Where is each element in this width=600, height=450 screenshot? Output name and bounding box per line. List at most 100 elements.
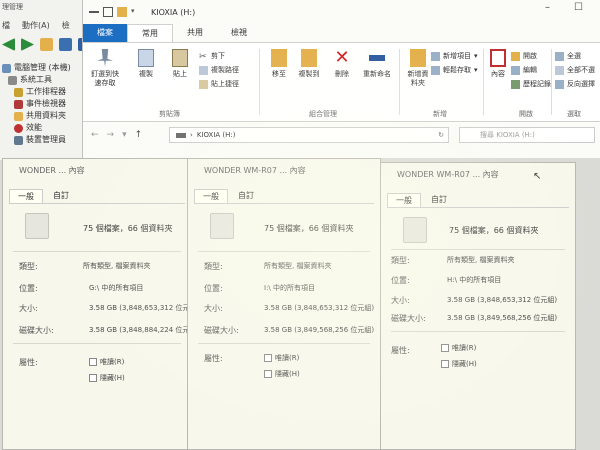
- minimize-icon[interactable]: –: [545, 2, 550, 13]
- hidden-label: 隱藏(H): [100, 374, 125, 382]
- ribbon-divider: [399, 49, 400, 115]
- readonly-checkbox[interactable]: 唯讀(R): [441, 343, 476, 353]
- hidden-label: 隱藏(H): [452, 360, 477, 368]
- tree-item-performance[interactable]: 效能: [2, 122, 71, 134]
- pin-icon: [97, 49, 113, 67]
- forward-arrow-icon[interactable]: →: [107, 130, 115, 140]
- properties-button[interactable]: 內容: [487, 49, 509, 79]
- tab-general[interactable]: 一般: [9, 189, 43, 203]
- select-all-button[interactable]: 全選: [555, 51, 581, 61]
- size-on-disk-value: 3.58 GB (3,849,568,256 位元組): [447, 314, 558, 322]
- tab-share[interactable]: 共用: [173, 24, 217, 42]
- tab-general[interactable]: 一般: [387, 193, 421, 207]
- mgmt-menu-view[interactable]: 檢: [62, 20, 70, 31]
- edit-button[interactable]: 編輯: [511, 65, 537, 75]
- back-arrow-icon[interactable]: ←: [91, 130, 99, 140]
- divider: [391, 249, 565, 250]
- paste-shortcut-button[interactable]: 貼上捷徑: [199, 79, 239, 89]
- hidden-checkbox[interactable]: 隱藏(H): [89, 373, 125, 383]
- tab-general[interactable]: 一般: [194, 189, 228, 203]
- edit-icon: [511, 65, 520, 75]
- mgmt-menu-file[interactable]: 檔: [2, 20, 10, 31]
- tree-item-system-tools[interactable]: 系統工具: [2, 74, 71, 86]
- copy-to-button[interactable]: 複製到: [297, 49, 321, 79]
- back-arrow-icon[interactable]: [2, 38, 15, 51]
- open-label: 開啟: [523, 52, 537, 60]
- hidden-checkbox[interactable]: 隱藏(H): [441, 359, 477, 369]
- copy-button[interactable]: 複製: [133, 49, 159, 79]
- tree-item-shared-folders[interactable]: 共用資料夾: [2, 110, 71, 122]
- tab-customize[interactable]: 自訂: [423, 193, 455, 207]
- history-icon: [511, 79, 520, 89]
- system-menu-icon[interactable]: [89, 11, 99, 13]
- divider: [198, 343, 370, 344]
- delete-button[interactable]: ✕ 刪除: [331, 49, 353, 79]
- readonly-label: 唯讀(R): [275, 354, 300, 362]
- tab-customize[interactable]: 自訂: [45, 189, 77, 203]
- tree-item-event-viewer[interactable]: 事件檢視器: [2, 98, 71, 110]
- open-icon: [511, 51, 520, 61]
- maximize-icon[interactable]: ☐: [574, 2, 583, 13]
- search-input[interactable]: 搜尋 KIOXIA (H:): [459, 127, 595, 143]
- select-none-label: 全部不選: [567, 66, 595, 74]
- paste-label: 貼上: [173, 70, 187, 78]
- console-tree-icon[interactable]: [59, 38, 72, 51]
- rename-label: 重新命名: [363, 70, 391, 78]
- refresh-icon[interactable]: ↻: [438, 131, 444, 139]
- tab-home[interactable]: 常用: [127, 24, 173, 42]
- pin-quick-access-button[interactable]: 釘選到快速存取: [89, 49, 121, 88]
- move-to-button[interactable]: 移至: [267, 49, 291, 79]
- copy-path-button[interactable]: 複製路徑: [199, 65, 239, 75]
- mgmt-menu-action[interactable]: 動作(A): [22, 20, 50, 31]
- tree-item-device-manager[interactable]: 裝置管理員: [2, 134, 71, 146]
- dialog-tabs: 一般 自訂: [387, 193, 455, 207]
- hidden-checkbox[interactable]: 隱藏(H): [264, 369, 300, 379]
- forward-arrow-icon[interactable]: [21, 38, 34, 51]
- readonly-label: 唯讀(R): [100, 358, 125, 366]
- dropdown-icon[interactable]: ▾: [131, 7, 141, 17]
- cut-button[interactable]: ✂ 剪下: [199, 51, 225, 62]
- recent-dropdown-icon[interactable]: ▾: [122, 130, 127, 140]
- readonly-checkbox[interactable]: 唯讀(R): [264, 353, 299, 363]
- paste-button[interactable]: 貼上: [167, 49, 193, 79]
- rename-button[interactable]: 重新命名: [361, 49, 393, 79]
- location-label: 位置:: [204, 284, 223, 293]
- hidden-label: 隱藏(H): [275, 370, 300, 378]
- new-item-button[interactable]: 新增項目 ▾: [431, 51, 478, 61]
- size-value: 3.58 GB (3,848,653,312 位元組): [264, 304, 375, 312]
- dialog-tabs: 一般 自訂: [194, 189, 262, 203]
- properties-check-icon[interactable]: [103, 7, 113, 17]
- easy-access-button[interactable]: 輕鬆存取 ▾: [431, 65, 478, 75]
- select-all-icon: [555, 51, 564, 61]
- address-bar[interactable]: › KIOXIA (H:) ↻: [169, 127, 449, 143]
- new-folder-label: 新增資料夾: [407, 70, 429, 87]
- paste-icon: [172, 49, 188, 67]
- paste-shortcut-icon: [199, 79, 208, 89]
- invert-selection-button[interactable]: 反向選擇: [555, 79, 595, 89]
- history-button[interactable]: 歷程記錄: [511, 79, 551, 89]
- properties-dialog-3: WONDER WM-R07 ... 內容 一般 自訂 75 個檔案，66 個資料…: [380, 162, 576, 450]
- address-bar-row: ← → ▾ ↑ › KIOXIA (H:) ↻ 搜尋 KIOXIA (H:): [83, 124, 600, 146]
- tree-item-computer-management[interactable]: 電腦管理 (本機): [2, 62, 71, 74]
- type-value: 所有類型, 檔案資料夾: [83, 262, 151, 270]
- ribbon-divider: [483, 49, 484, 115]
- readonly-checkbox[interactable]: 唯讀(R): [89, 357, 124, 367]
- tab-file[interactable]: 檔案: [83, 24, 127, 42]
- up-arrow-icon[interactable]: ↑: [135, 130, 143, 140]
- tab-customize[interactable]: 自訂: [230, 189, 262, 203]
- folder-icon[interactable]: [40, 38, 53, 51]
- select-none-button[interactable]: 全部不選: [555, 65, 595, 75]
- multiple-files-icon: [210, 213, 234, 239]
- tree-item-task-scheduler[interactable]: 工作排程器: [2, 86, 71, 98]
- history-label: 歷程記錄: [523, 80, 551, 88]
- new-folder-icon[interactable]: [117, 7, 127, 17]
- rename-icon: [369, 55, 385, 61]
- new-folder-button[interactable]: 新增資料夾: [405, 49, 431, 88]
- copy-to-label: 複製到: [298, 70, 320, 78]
- checkbox-box: [441, 360, 449, 368]
- location-label: 位置:: [391, 276, 410, 285]
- breadcrumb-separator-icon: ›: [190, 131, 193, 139]
- tab-view[interactable]: 檢視: [217, 24, 261, 42]
- open-button[interactable]: 開啟: [511, 51, 537, 61]
- ribbon-divider: [259, 49, 260, 115]
